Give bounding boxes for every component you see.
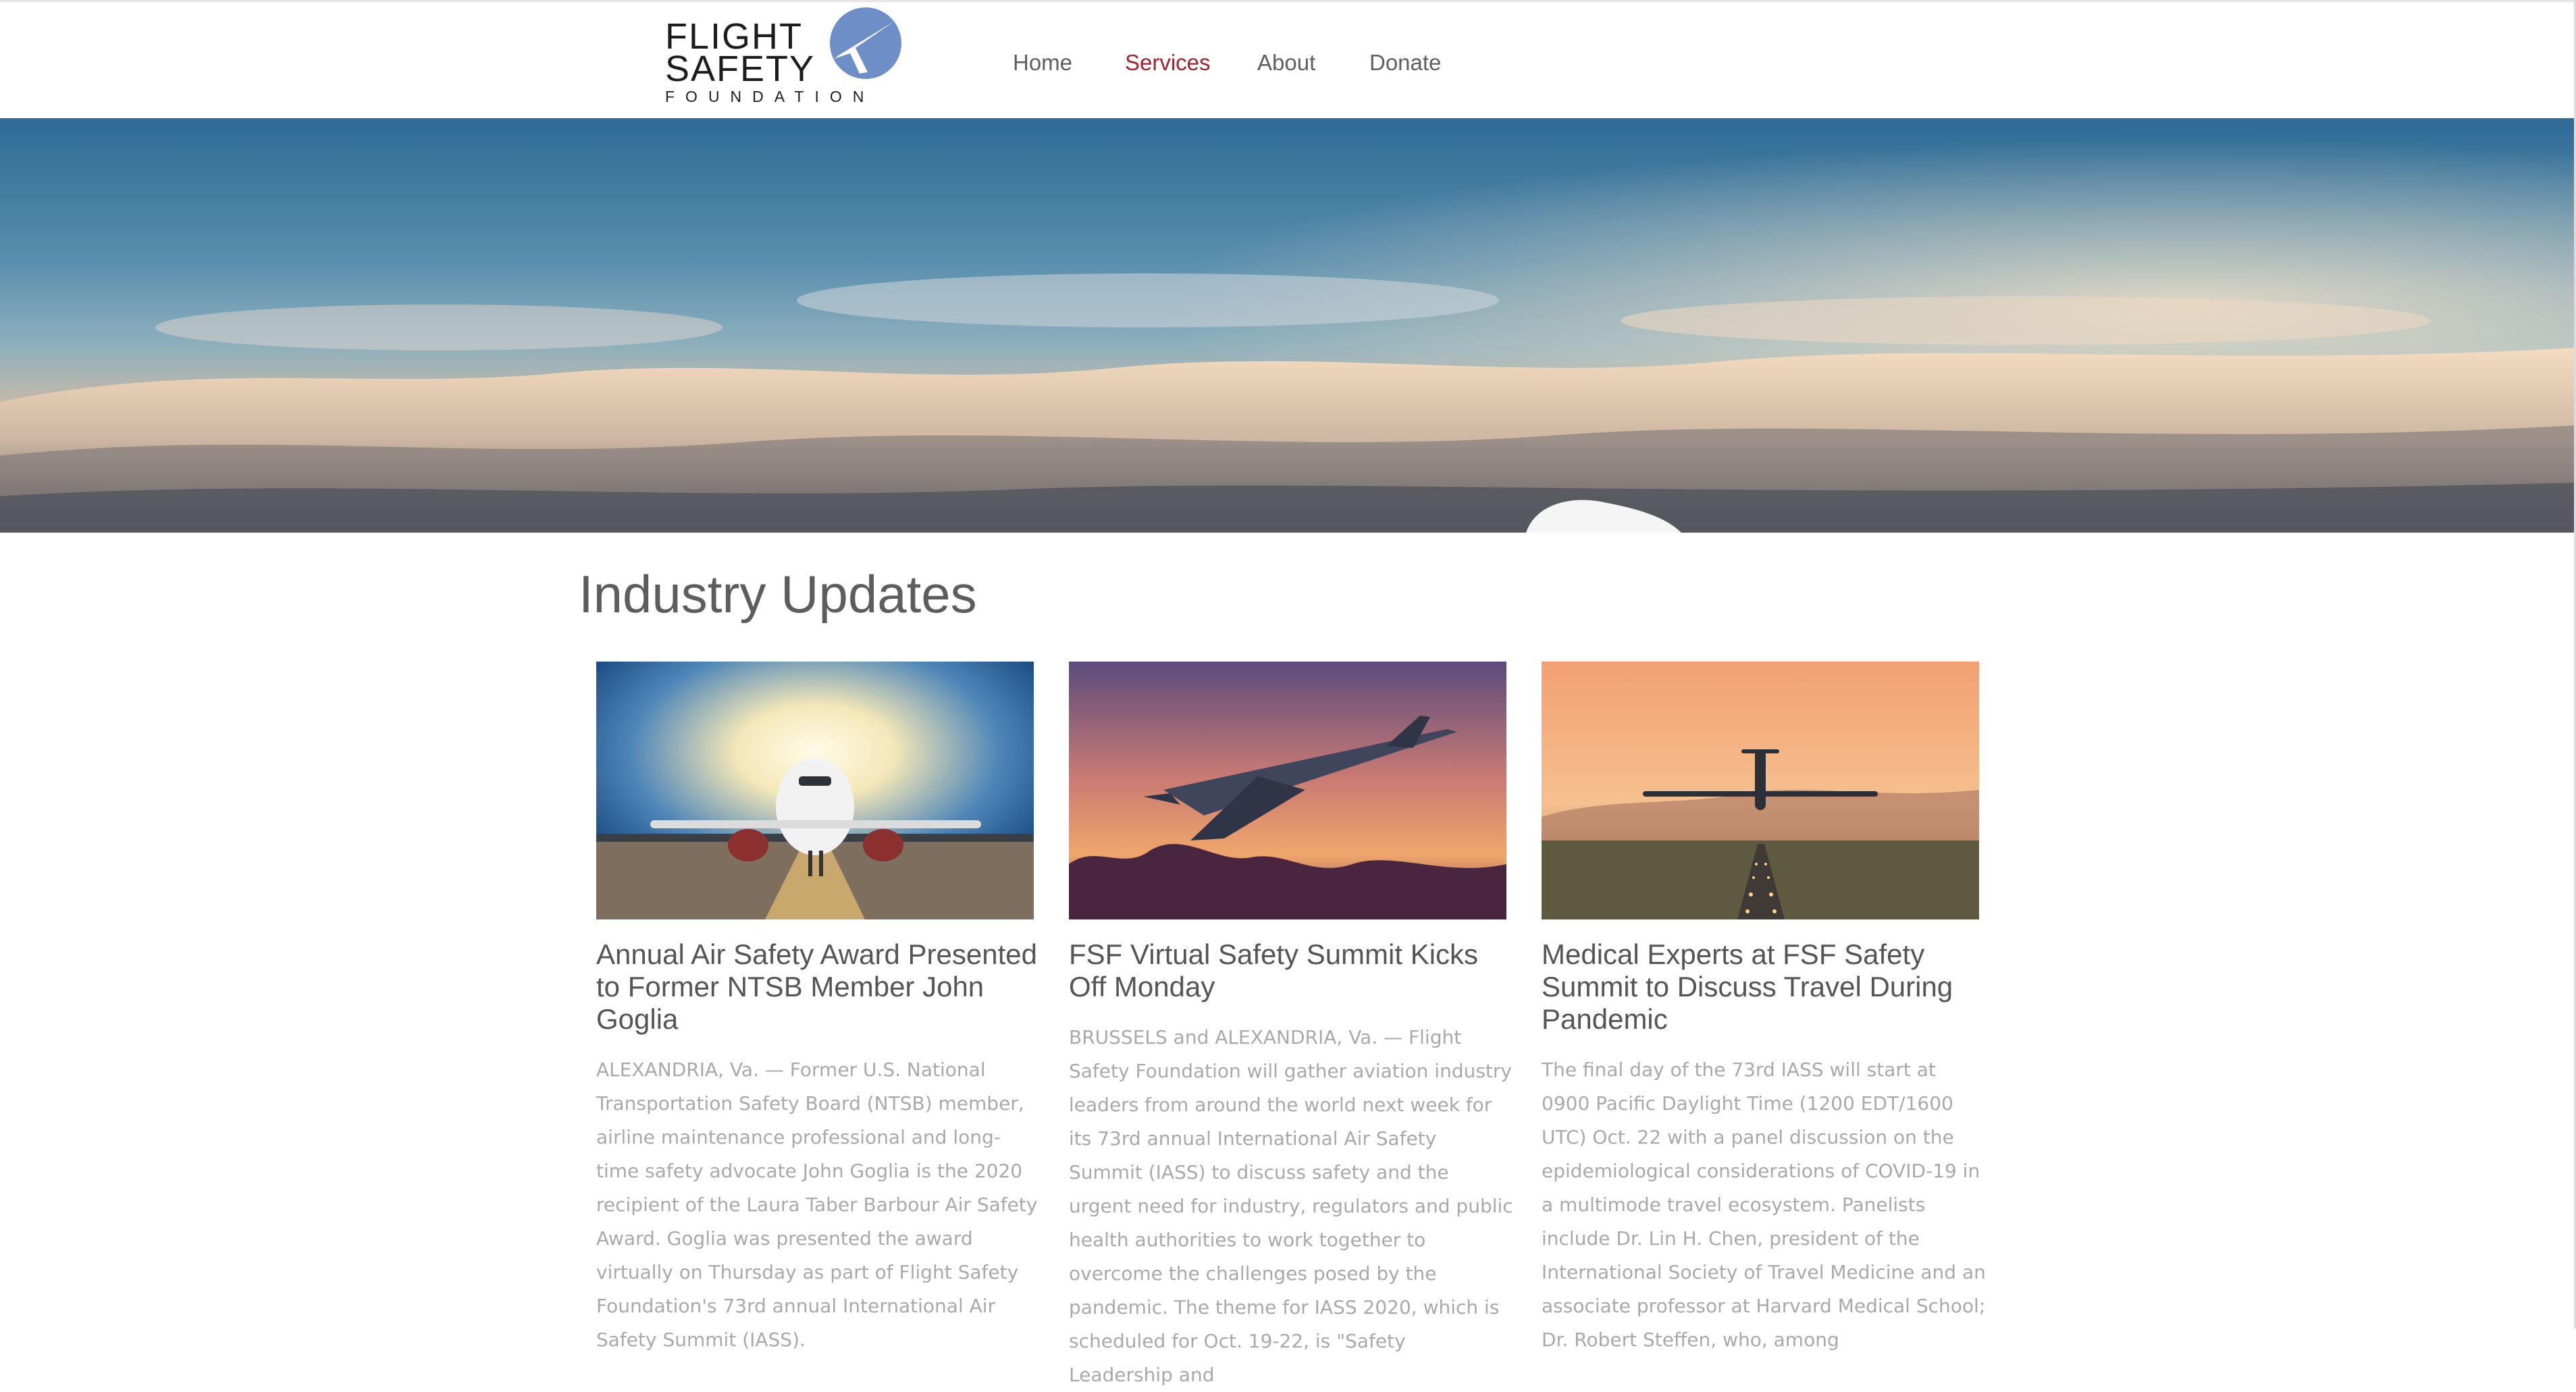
news-card-title[interactable]: FSF Virtual Safety Summit Kicks Off Mond…	[1069, 938, 1515, 1003]
supersonic-jet-sunset-image[interactable]	[1069, 662, 1506, 919]
nav-about[interactable]: About	[1257, 46, 1315, 80]
logo-globe-icon	[830, 7, 901, 79]
news-card-title[interactable]: Medical Experts at FSF Safety Summit to …	[1542, 938, 1987, 1036]
site-header: FLIGHT SAFETY FOUNDATION Home Services A…	[0, 0, 2576, 118]
hero-sky-clouds-image	[0, 118, 2576, 533]
flight-safety-foundation-logo[interactable]: FLIGHT SAFETY FOUNDATION	[665, 6, 905, 107]
logo-line-2: SAFETY	[665, 49, 816, 89]
news-card-excerpt: The final day of the 73rd IASS will star…	[1542, 1059, 1986, 1351]
logo-line-3: FOUNDATION	[665, 88, 875, 105]
nav-home[interactable]: Home	[1013, 46, 1072, 80]
nav-services[interactable]: Services	[1125, 46, 1211, 80]
news-card-title[interactable]: Annual Air Safety Award Presented to For…	[596, 938, 1042, 1036]
news-card: Medical Experts at FSF Safety Summit to …	[1542, 662, 1986, 1351]
news-card-excerpt: ALEXANDRIA, Va. — Former U.S. National T…	[596, 1059, 1038, 1351]
nav-donate[interactable]: Donate	[1369, 46, 1441, 80]
news-card: Annual Air Safety Award Presented to For…	[596, 662, 1037, 1351]
airliner-landing-approach-image[interactable]	[1542, 662, 1979, 919]
news-card: FSF Virtual Safety Summit Kicks Off Mond…	[1069, 662, 1513, 1386]
section-title: Industry Updates	[579, 564, 977, 624]
airliner-on-runway-image[interactable]	[596, 662, 1034, 919]
news-card-excerpt: BRUSSELS and ALEXANDRIA, Va. — Flight Sa…	[1069, 1026, 1513, 1386]
